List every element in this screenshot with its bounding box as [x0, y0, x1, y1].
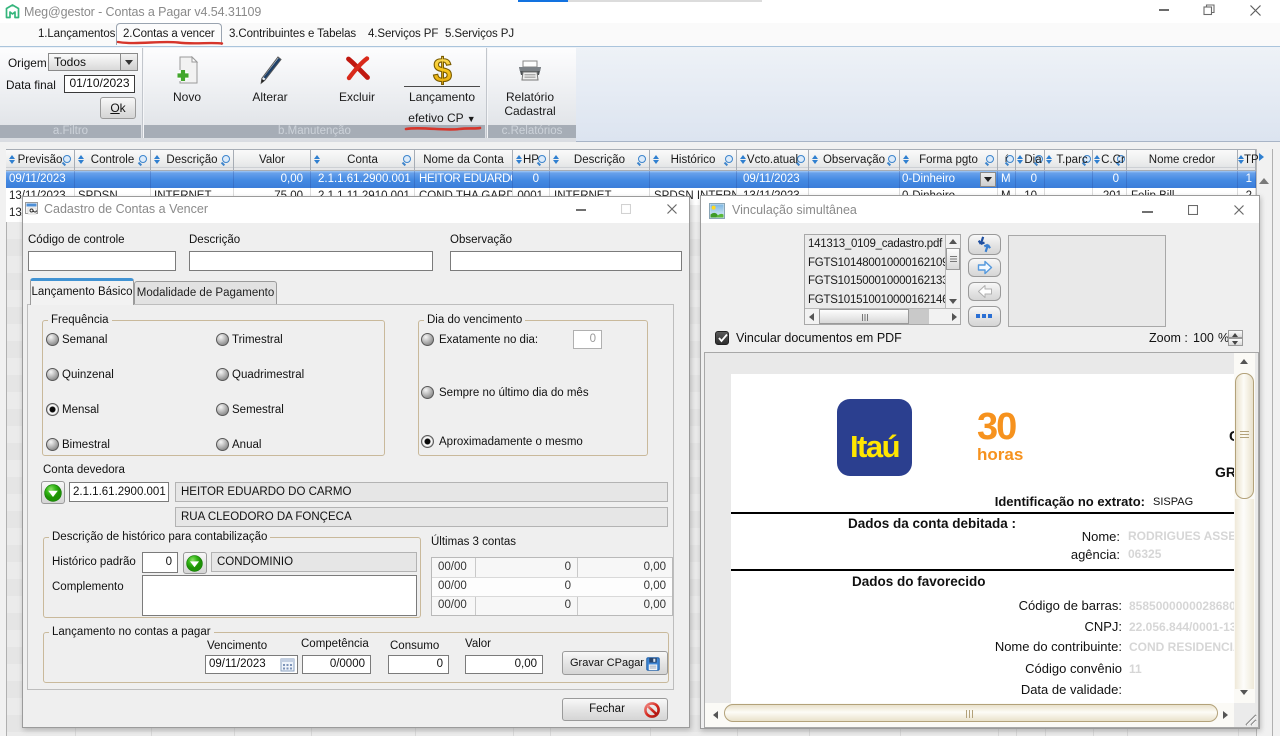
- svg-text:$: $: [433, 53, 452, 89]
